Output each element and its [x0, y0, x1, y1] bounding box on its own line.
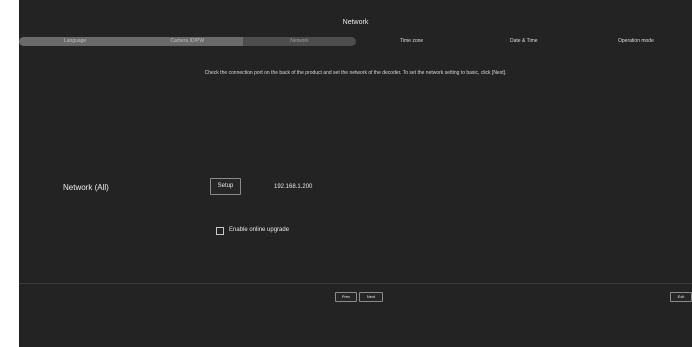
online-upgrade-checkbox[interactable] — [216, 227, 224, 235]
setup-button[interactable]: Setup — [210, 178, 241, 195]
step-language: Language — [19, 37, 132, 46]
ip-address-value: 192.168.1.200 — [274, 184, 313, 190]
step-camera-id-pw: Camera ID/PW — [131, 37, 244, 46]
instruction-text: Check the connection port on the back of… — [204, 70, 507, 76]
exit-button[interactable]: Exit — [670, 292, 692, 302]
step-date-time: Date & Time — [510, 38, 538, 44]
step-time-zone: Time zone — [400, 38, 424, 44]
page-title: Network — [342, 19, 369, 26]
setup-wizard-screen: Network Language Camera ID/PW Network Ti… — [19, 0, 692, 347]
step-operation-mode: Operation mode — [618, 38, 654, 44]
prev-button[interactable]: Prev — [335, 292, 357, 302]
footer-divider — [19, 283, 692, 284]
step-network: Network — [243, 37, 356, 46]
next-button[interactable]: Next — [359, 292, 383, 302]
online-upgrade-label[interactable]: Enable online upgrade — [229, 227, 289, 233]
wizard-steps: Language Camera ID/PW Network Time zone … — [19, 37, 692, 46]
network-all-label: Network (All) — [63, 183, 109, 192]
